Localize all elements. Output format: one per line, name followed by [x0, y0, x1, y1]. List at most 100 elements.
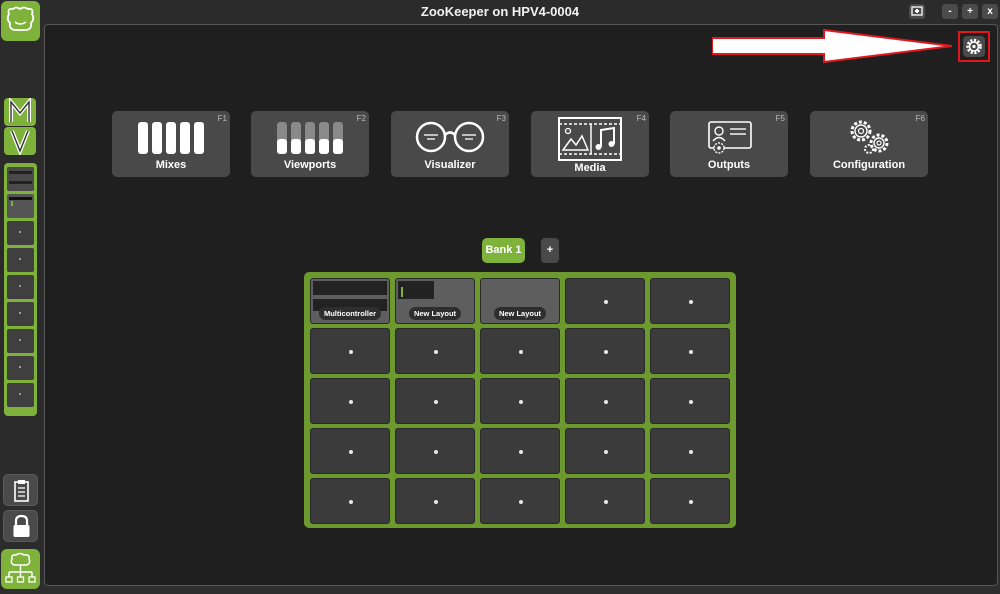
mode-media-button[interactable]: F4 Media	[531, 111, 649, 177]
slot-3[interactable]	[7, 221, 34, 245]
gear-icon	[966, 38, 982, 55]
empty-layout-cell[interactable]	[480, 428, 560, 474]
mode-viewports-button[interactable]: F2 Viewports	[251, 111, 369, 177]
slot-8[interactable]	[7, 356, 34, 380]
mixer-mode-button[interactable]	[4, 98, 36, 126]
mode-label: Mixes	[155, 159, 187, 171]
mode-label: Configuration	[832, 159, 906, 171]
zookeeper-logo-icon	[6, 6, 35, 31]
slot-thumb	[9, 171, 32, 174]
empty-layout-cell[interactable]	[395, 328, 475, 374]
add-dot-icon	[604, 350, 608, 354]
layout-thumbnail	[398, 281, 434, 299]
empty-layout-cell[interactable]	[650, 328, 730, 374]
add-dot-icon	[689, 450, 693, 454]
empty-layout-cell[interactable]	[310, 478, 390, 524]
layout-slot-strip	[4, 163, 37, 416]
title-bar: ZooKeeper on HPV4-0004 - + x	[0, 0, 1000, 24]
layout-cell-new-layout[interactable]: New Layout	[395, 278, 475, 324]
shortcut-key: F1	[217, 114, 227, 123]
media-icon	[558, 117, 622, 161]
add-dot-icon	[519, 350, 523, 354]
slot-6[interactable]	[7, 302, 34, 326]
lock-icon	[13, 514, 30, 537]
empty-layout-cell[interactable]	[565, 378, 645, 424]
empty-layout-cell[interactable]	[310, 378, 390, 424]
add-dot-icon	[349, 350, 353, 354]
slot-meter	[11, 201, 13, 206]
layout-label: Multicontroller	[318, 307, 382, 320]
slot-1[interactable]	[7, 167, 34, 191]
empty-layout-cell[interactable]	[650, 378, 730, 424]
mode-configuration-button[interactable]: F6 Configuration	[810, 111, 928, 177]
window-title: ZooKeeper on HPV4-0004	[420, 4, 580, 19]
slot-9[interactable]	[7, 383, 34, 407]
lock-button[interactable]	[3, 510, 38, 542]
network-tree-icon	[5, 552, 36, 583]
minimize-button[interactable]: -	[942, 4, 958, 19]
slot-5[interactable]	[7, 275, 34, 299]
screenshot-button[interactable]	[909, 4, 925, 19]
add-bank-button[interactable]: +	[541, 238, 559, 263]
slot-2[interactable]	[7, 194, 34, 218]
add-dot-icon	[604, 300, 608, 304]
empty-layout-cell[interactable]	[650, 428, 730, 474]
add-dot-icon	[689, 500, 693, 504]
add-dot-icon	[689, 350, 693, 354]
network-button[interactable]	[1, 549, 40, 589]
empty-layout-cell[interactable]	[310, 328, 390, 374]
empty-layout-cell[interactable]	[565, 478, 645, 524]
bank-1-button[interactable]: Bank 1	[482, 238, 525, 263]
add-dot-icon	[604, 400, 608, 404]
shortcut-key: F4	[636, 114, 646, 123]
add-dot-icon	[689, 300, 693, 304]
shortcut-key: F2	[356, 114, 366, 123]
empty-layout-cell[interactable]	[395, 478, 475, 524]
empty-layout-cell[interactable]	[565, 428, 645, 474]
empty-layout-cell[interactable]	[480, 378, 560, 424]
slot-4[interactable]	[7, 248, 34, 272]
clipboard-button[interactable]	[3, 474, 38, 506]
empty-layout-cell[interactable]	[395, 428, 475, 474]
gears-icon	[850, 120, 889, 154]
empty-layout-cell[interactable]	[565, 278, 645, 324]
layout-cell-multicontroller[interactable]: Multicontroller	[310, 278, 390, 324]
mode-visualizer-button[interactable]: F3 Visualizer	[391, 111, 509, 177]
empty-layout-cell[interactable]	[650, 278, 730, 324]
layout-cell-new-layout[interactable]: New Layout	[480, 278, 560, 324]
output-card-icon	[708, 121, 752, 154]
mode-mixes-button[interactable]: F1 Mixes	[112, 111, 230, 177]
empty-layout-cell[interactable]	[480, 478, 560, 524]
slot-7[interactable]	[7, 329, 34, 353]
faders-icon	[138, 122, 204, 154]
clipboard-icon	[14, 480, 29, 502]
empty-layout-cell[interactable]	[565, 328, 645, 374]
slot-thumb	[9, 181, 32, 184]
mode-outputs-button[interactable]: F5 Outputs	[670, 111, 788, 177]
close-button[interactable]: x	[982, 4, 998, 19]
add-dot-icon	[434, 500, 438, 504]
add-dot-icon	[519, 450, 523, 454]
zookeeper-logo[interactable]	[1, 1, 40, 41]
shortcut-key: F5	[775, 114, 785, 123]
add-dot-icon	[604, 500, 608, 504]
empty-layout-cell[interactable]	[310, 428, 390, 474]
empty-layout-cell[interactable]	[395, 378, 475, 424]
add-dot-icon	[434, 400, 438, 404]
settings-button[interactable]	[963, 36, 985, 57]
glasses-icon	[415, 121, 485, 153]
mode-label: Visualizer	[424, 159, 476, 171]
add-dot-icon	[604, 450, 608, 454]
empty-layout-cell[interactable]	[480, 328, 560, 374]
empty-layout-cell[interactable]	[650, 478, 730, 524]
add-dot-icon	[434, 350, 438, 354]
settings-highlight	[958, 31, 990, 62]
maximize-button[interactable]: +	[962, 4, 978, 19]
add-dot-icon	[519, 500, 523, 504]
layout-thumbnail	[313, 281, 387, 295]
mode-label: Viewports	[283, 159, 337, 171]
add-dot-icon	[349, 400, 353, 404]
slot-thumb	[9, 197, 32, 200]
viewport-mode-button[interactable]	[4, 127, 36, 155]
mode-label: Media	[574, 162, 606, 174]
